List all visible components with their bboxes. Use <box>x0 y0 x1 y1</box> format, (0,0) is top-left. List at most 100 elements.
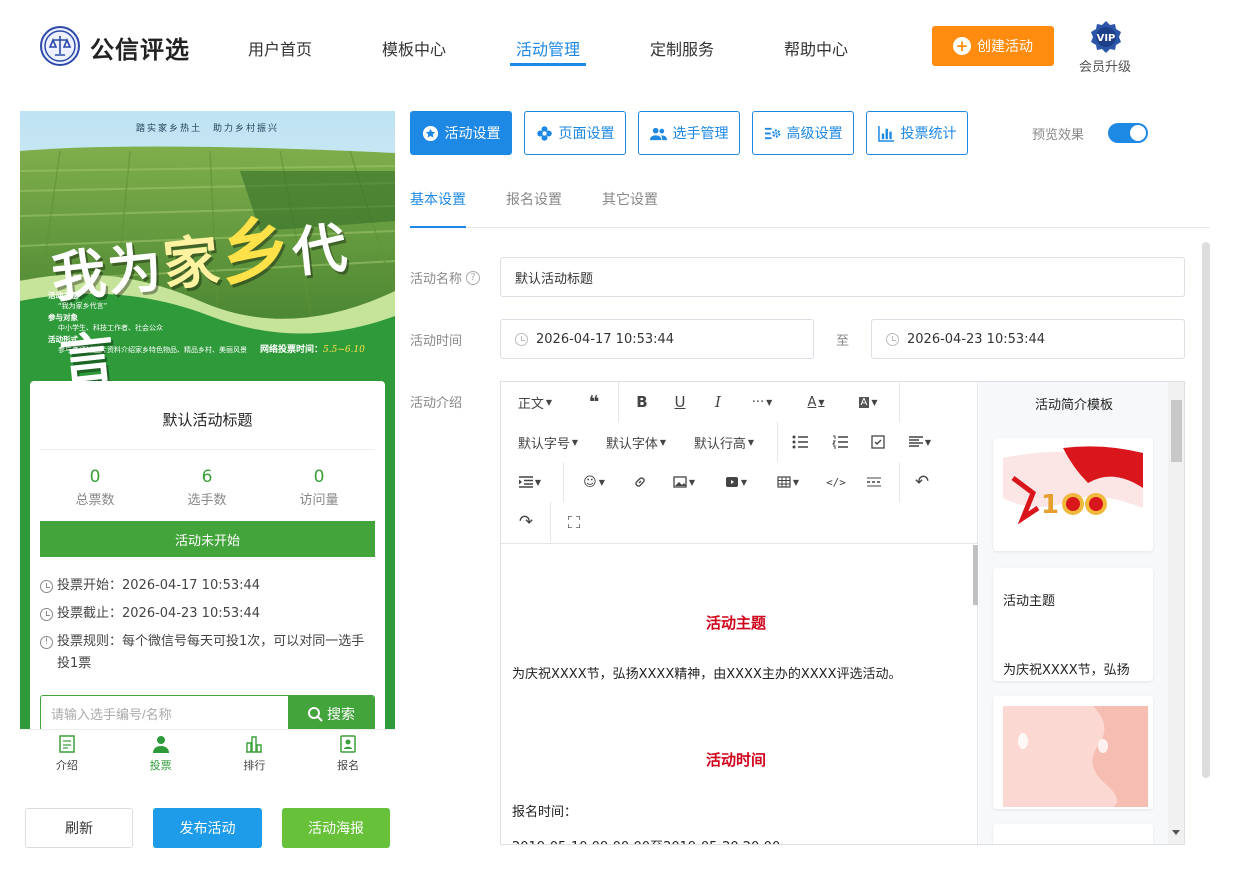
divider <box>410 227 1210 228</box>
search-button-label: 搜索 <box>327 707 355 723</box>
subtab-other[interactable]: 其它设置 <box>602 189 658 209</box>
checklist-icon[interactable] <box>865 422 891 462</box>
create-activity-button[interactable]: + 创建活动 <box>932 26 1054 66</box>
background-color-icon[interactable]: A ▼ <box>851 382 885 422</box>
brand-name[interactable]: 公信评选 <box>90 30 190 65</box>
poster-info-body: 参与者通过图片资料介绍家乡特色物品、精品乡村、美丽风景 <box>58 345 247 354</box>
template-card-2[interactable]: 活动主题 为庆祝XXXX节，弘扬 <box>993 568 1153 681</box>
activity-name-label: 活动名称 <box>410 272 463 287</box>
subtab-basic[interactable]: 基本设置 <box>410 189 466 209</box>
link-icon[interactable] <box>627 462 653 502</box>
underline-icon[interactable]: U <box>667 382 693 422</box>
vote-start-line: 投票开始：2026-04-17 10:53:44 <box>40 575 370 597</box>
poster-info-body: “我为家乡代言” <box>58 301 108 310</box>
vip-upgrade-label[interactable]: 会员升级 <box>1079 56 1131 75</box>
tab-activity-settings[interactable]: 活动设置 <box>410 111 512 155</box>
italic-icon[interactable]: I <box>705 382 731 422</box>
scroll-down-arrow-icon[interactable] <box>1172 830 1180 835</box>
nav-custom-service[interactable]: 定制服务 <box>650 36 714 60</box>
video-icon[interactable]: ▼ <box>719 462 753 502</box>
publish-activity-button[interactable]: 发布活动 <box>153 808 262 848</box>
refresh-button[interactable]: 刷新 <box>25 808 133 848</box>
tab-label: 报名 <box>337 759 360 772</box>
bullet-list-icon[interactable] <box>787 422 813 462</box>
template-card-3[interactable] <box>993 696 1153 809</box>
help-icon[interactable]: ? <box>466 270 481 285</box>
tab-ranking[interactable]: 排行 <box>208 730 302 777</box>
poster-info-1: 活动主题 “我为家乡代言” <box>48 291 107 312</box>
vip-text: VIP <box>1097 33 1116 44</box>
paragraph-select[interactable]: 正文 ▼ <box>513 382 557 422</box>
tab-vote-statistics[interactable]: 投票统计 <box>866 111 968 155</box>
activity-poster-button[interactable]: 活动海报 <box>282 808 390 848</box>
more-format-icon[interactable]: ··· ▼ <box>745 382 779 422</box>
activity-name-input[interactable]: 默认活动标题 <box>500 257 1185 297</box>
template-card-1[interactable]: 1 <box>993 438 1153 551</box>
vote-rule-text: 投票规则：每个微信号每天可投1次，可以对同一选手投1票 <box>57 634 365 671</box>
editor-toolbar: 正文 ▼ ❝ B U I ··· ▼ A ▼ A ▼ 默认字号 ▼ 默认字体 ▼ 默认行高 ▼… <box>501 382 978 544</box>
vip-badge-icon[interactable]: VIP <box>1089 20 1123 54</box>
poster-slogan: 踏实家乡热土 助力乡村振兴 <box>135 124 279 134</box>
tab-label: 投票 <box>149 759 172 772</box>
divider <box>618 382 619 422</box>
tab-page-settings[interactable]: 页面设置 <box>524 111 626 155</box>
contestant-search: 搜索 <box>40 695 375 731</box>
scrollbar-thumb[interactable] <box>1171 400 1182 462</box>
scrollbar-thumb[interactable] <box>1202 242 1210 778</box>
brand-logo-icon[interactable] <box>40 26 80 66</box>
code-icon[interactable]: </> <box>823 462 849 502</box>
start-time-input[interactable]: 2026-04-17 10:53:44 <box>500 319 814 359</box>
quote-icon[interactable]: ❝ <box>579 382 609 422</box>
font-color-icon[interactable]: A ▼ <box>799 382 833 422</box>
poster-info-head: 活动主题 <box>48 291 78 300</box>
star-badge-icon <box>422 125 438 141</box>
vote-end-line: 投票截止：2026-04-23 10:53:44 <box>40 603 370 625</box>
stat-value: 0 <box>89 467 101 487</box>
numbered-list-icon[interactable] <box>827 422 853 462</box>
bold-icon[interactable]: B <box>629 382 655 422</box>
template-scrollbar[interactable] <box>1168 382 1184 844</box>
poster-info-3: 活动形式 参与者通过图片资料介绍家乡特色物品、精品乡村、美丽风景 <box>48 335 248 356</box>
undo-icon[interactable]: ↶ <box>909 462 935 502</box>
poster-time-label: 网络投票时间： <box>260 345 324 355</box>
search-button[interactable]: 搜索 <box>288 696 374 731</box>
nav-help-center[interactable]: 帮助中心 <box>784 36 848 60</box>
font-family-select[interactable]: 默认字体 ▼ <box>601 422 671 462</box>
contestant-search-input[interactable] <box>41 696 288 731</box>
emoji-icon[interactable]: ☺ ▼ <box>577 462 611 502</box>
indent-icon[interactable]: ▼ <box>513 462 547 502</box>
line-height-select[interactable]: 默认行高 ▼ <box>689 422 759 462</box>
nav-template-center[interactable]: 模板中心 <box>382 36 446 60</box>
image-icon[interactable]: ▼ <box>667 462 701 502</box>
nav-activity-manage[interactable]: 活动管理 <box>516 36 580 60</box>
font-size-select[interactable]: 默认字号 ▼ <box>513 422 583 462</box>
preview-toggle[interactable] <box>1108 123 1148 143</box>
align-icon[interactable]: ▼ <box>903 422 937 462</box>
content-heading-theme: 活动主题 <box>705 614 766 632</box>
page-scrollbar[interactable] <box>1202 242 1210 778</box>
tab-vote[interactable]: 投票 <box>114 730 208 777</box>
divider-line-icon[interactable] <box>861 462 887 502</box>
fullscreen-icon[interactable] <box>561 502 587 542</box>
tab-signup[interactable]: 报名 <box>301 730 395 777</box>
poster-vote-time: 网络投票时间：5.5~6.10 <box>260 342 365 355</box>
tab-intro[interactable]: 介绍 <box>20 730 114 777</box>
divider <box>40 449 375 450</box>
tab-advanced-settings[interactable]: 高级设置 <box>752 111 854 155</box>
end-time-input[interactable]: 2026-04-23 10:53:44 <box>871 319 1185 359</box>
tab-contestant-manage[interactable]: 选手管理 <box>638 111 740 155</box>
caret-down-icon: ▼ <box>571 437 579 447</box>
activity-status-button[interactable]: 活动未开始 <box>40 521 375 557</box>
svg-text:1: 1 <box>1041 490 1059 520</box>
redo-icon[interactable]: ↷ <box>513 502 539 542</box>
nav-user-home[interactable]: 用户首页 <box>248 36 312 60</box>
editor-content[interactable]: 活动主题 为庆祝XXXX节，弘扬XXXX精神，由XXXX主办的XXXX评选活动。… <box>501 545 978 844</box>
table-icon[interactable]: ▼ <box>771 462 805 502</box>
editor-scrollbar[interactable] <box>973 545 978 605</box>
name-label-row: 活动名称 ? <box>410 268 481 287</box>
template-card-4[interactable] <box>993 824 1153 844</box>
preview-label: 预览效果 <box>1032 128 1085 143</box>
divider <box>777 422 778 462</box>
tab-label: 页面设置 <box>558 126 615 142</box>
subtab-signup[interactable]: 报名设置 <box>506 189 562 209</box>
